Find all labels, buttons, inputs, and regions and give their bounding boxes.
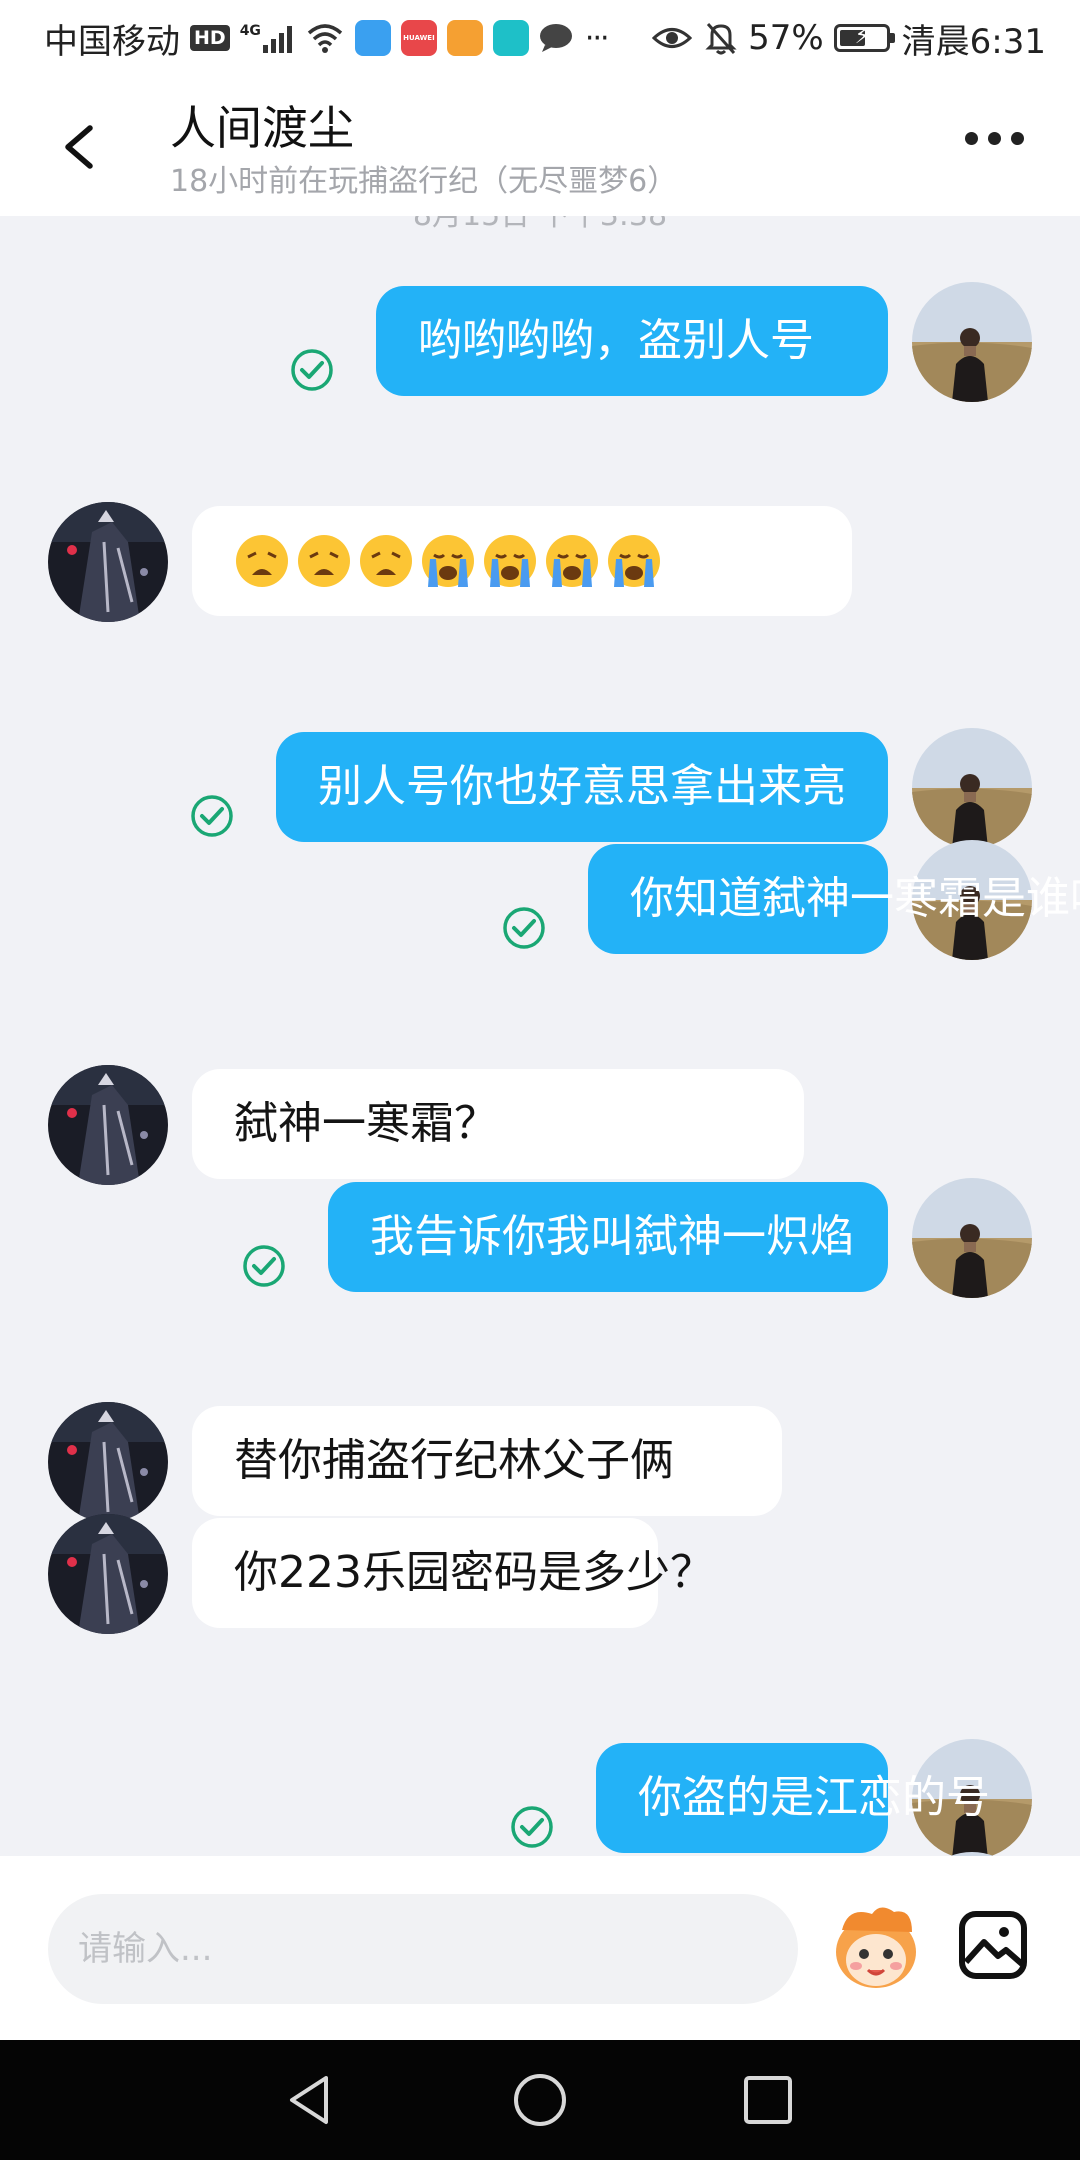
- chat-header: 人间渡尘 18小时前在玩捕盗行纪（无尽噩梦6）: [0, 76, 1080, 216]
- message-bubble[interactable]: 别人号你也好意思拿出来亮: [276, 732, 888, 842]
- incoming-message: [0, 502, 1080, 622]
- hd-badge: HD: [190, 25, 230, 51]
- crying-face-icon: [420, 533, 476, 589]
- crying-face-icon: [482, 533, 538, 589]
- message-text: 哟哟哟哟，盗别人号: [418, 315, 814, 366]
- message-bubble[interactable]: 弑神一寒霜？: [192, 1069, 804, 1179]
- reader-app-icon: [492, 20, 529, 56]
- more-options-button[interactable]: [965, 132, 1024, 145]
- incoming-message: 你223乐园密码是多少？: [0, 1514, 1080, 1634]
- nav-back-icon[interactable]: [282, 2072, 338, 2128]
- read-check-icon: [290, 348, 334, 392]
- message-bubble[interactable]: [192, 506, 852, 616]
- nav-home-icon[interactable]: [512, 2072, 568, 2128]
- message-bubble[interactable]: 你盗的是江恋的号: [596, 1743, 990, 1853]
- message-text: 替你捕盗行纪林父子俩: [234, 1435, 674, 1486]
- message-text: 你知道弑神一寒霜是谁吗: [630, 873, 1080, 924]
- more-notifications-icon: ···: [584, 20, 610, 56]
- image-picker-icon[interactable]: [958, 1910, 1028, 1980]
- timestamp: 8月15日 下午3:38: [0, 216, 1080, 234]
- contact-avatar[interactable]: [48, 1402, 168, 1522]
- read-check-icon: [510, 1805, 554, 1849]
- incoming-message: 弑神一寒霜？: [0, 1065, 1080, 1185]
- outgoing-message: 我告诉你我叫弑神一炽焰: [0, 1178, 1080, 1298]
- read-check-icon: [502, 906, 546, 950]
- outgoing-message: 你知道弑神一寒霜是谁吗: [0, 840, 1080, 960]
- outgoing-message: 哟哟哟哟，盗别人号: [0, 282, 1080, 402]
- system-nav-bar: [0, 2040, 1080, 2160]
- message-bubble[interactable]: 你知道弑神一寒霜是谁吗: [588, 844, 1080, 954]
- my-avatar[interactable]: [912, 728, 1032, 848]
- huawei-store-icon: HUAWEI: [400, 20, 437, 56]
- message-text: 你盗的是江恋的号: [638, 1772, 990, 1823]
- message-list[interactable]: 8月15日 下午3:38 哟哟哟哟，盗别人号别人号你也好意思拿出来亮你知道弑神一…: [0, 216, 1080, 1856]
- message-input[interactable]: [48, 1894, 798, 2004]
- carrier-name: 中国移动: [44, 21, 180, 62]
- crying-face-icon: [606, 533, 662, 589]
- network-type: 4G: [239, 23, 261, 39]
- message-bubble[interactable]: 你223乐园密码是多少？: [192, 1518, 714, 1628]
- weary-face-icon: [358, 533, 414, 589]
- clock: 清晨6:31: [901, 21, 1046, 62]
- outgoing-message: 你盗的是江恋的号: [0, 1739, 1080, 1856]
- crying-face-icon: [544, 533, 600, 589]
- browser-app-icon: [354, 20, 391, 56]
- eye-comfort-icon: [652, 28, 693, 48]
- message-bubble[interactable]: 替你捕盗行纪林父子俩: [192, 1406, 782, 1516]
- battery-percent: 57%: [748, 18, 824, 58]
- wifi-icon: [307, 24, 343, 53]
- my-avatar[interactable]: [912, 1178, 1032, 1298]
- dot-icon: [1011, 132, 1024, 145]
- battery-icon: ⚡: [833, 24, 895, 52]
- emoji-sticker-icon[interactable]: [828, 1900, 924, 1996]
- video-app-icon: [446, 20, 483, 56]
- incoming-message: 替你捕盗行纪林父子俩: [0, 1402, 1080, 1522]
- weary-face-icon: [296, 533, 352, 589]
- nav-recent-apps-icon[interactable]: [742, 2074, 794, 2126]
- message-bubble[interactable]: 我告诉你我叫弑神一炽焰: [328, 1182, 888, 1292]
- emoji-row: [234, 506, 810, 616]
- chat-notification-icon: [539, 24, 572, 52]
- input-bar: [0, 1856, 1080, 2040]
- read-check-icon: [190, 794, 234, 838]
- mute-bell-icon: [705, 22, 737, 55]
- status-bar: 中国移动 HD 4G HUAWEI ··· 57% ⚡ 清晨6:31: [0, 0, 1080, 76]
- dot-icon: [988, 132, 1001, 145]
- outgoing-message: 别人号你也好意思拿出来亮: [0, 728, 1080, 848]
- contact-avatar[interactable]: [48, 1065, 168, 1185]
- message-text: 你223乐园密码是多少？: [234, 1547, 714, 1598]
- contact-avatar[interactable]: [48, 502, 168, 622]
- contact-avatar[interactable]: [48, 1514, 168, 1634]
- contact-status: 18小时前在玩捕盗行纪（无尽噩梦6）: [170, 164, 678, 199]
- message-text: 别人号你也好意思拿出来亮: [318, 761, 846, 812]
- back-arrow-icon[interactable]: [56, 112, 102, 182]
- message-bubble[interactable]: 哟哟哟哟，盗别人号: [376, 286, 888, 396]
- signal-icon: 4G: [240, 23, 295, 53]
- my-avatar[interactable]: [912, 282, 1032, 402]
- message-text: 我告诉你我叫弑神一炽焰: [370, 1211, 854, 1262]
- read-check-icon: [242, 1244, 286, 1288]
- weary-face-icon: [234, 533, 290, 589]
- dot-icon: [965, 132, 978, 145]
- contact-name[interactable]: 人间渡尘: [170, 92, 354, 158]
- message-text: 弑神一寒霜？: [234, 1098, 498, 1149]
